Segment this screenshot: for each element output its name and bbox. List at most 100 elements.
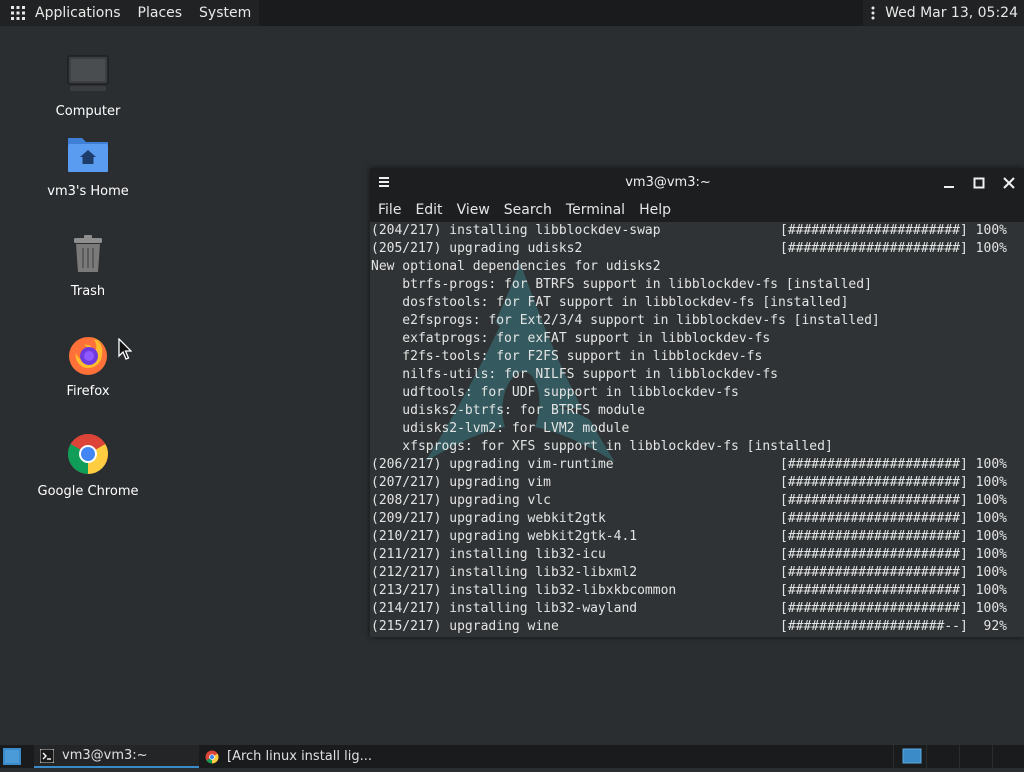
terminal-line-text: (210/217) upgrading webkit2gtk-4.1 bbox=[371, 529, 638, 544]
terminal-progress: [####################--] 92% bbox=[780, 619, 1007, 634]
terminal-line: (213/217) installing lib32-libxkbcommon [… bbox=[371, 582, 1011, 600]
terminal-line-text: (209/217) upgrading webkit2gtk bbox=[371, 511, 606, 526]
menu-view[interactable]: View bbox=[457, 202, 490, 218]
desktop-icon-label: vm3's Home bbox=[47, 184, 129, 199]
terminal-line-text: (207/217) upgrading vim bbox=[371, 475, 552, 490]
app-menu-bar: Applications Places System bbox=[0, 0, 260, 26]
workspace-1[interactable] bbox=[893, 745, 927, 768]
terminal-line-text: nilfs-utils: for NILFS support in libblo… bbox=[371, 367, 778, 382]
terminal-progress: [######################] 100% bbox=[780, 511, 1007, 526]
desktop-icon-label: Computer bbox=[55, 104, 121, 119]
menu-applications[interactable]: Applications bbox=[35, 5, 121, 21]
terminal-line: f2fs-tools: for F2FS support in libblock… bbox=[371, 348, 1011, 366]
terminal-line: (204/217) installing libblockdev-swap [##… bbox=[371, 222, 1011, 240]
show-desktop-icon[interactable] bbox=[3, 748, 21, 765]
taskbar-item-chrome[interactable]: [Arch linux install lig... bbox=[199, 745, 379, 768]
workspace-2[interactable] bbox=[926, 745, 960, 768]
desktop-icon-chrome[interactable]: Google Chrome bbox=[23, 430, 153, 499]
menu-file[interactable]: File bbox=[378, 202, 401, 218]
maximize-icon[interactable] bbox=[970, 174, 988, 192]
terminal-progress: [######################] 100% bbox=[780, 547, 1007, 562]
desktop-icon-label: Google Chrome bbox=[37, 484, 139, 499]
mouse-pointer-icon bbox=[118, 338, 132, 360]
terminal-window[interactable]: vm3@vm3:~ File Edit View Search Terminal… bbox=[370, 168, 1024, 637]
terminal-line-text: (204/217) installing libblockdev-swap bbox=[371, 223, 661, 238]
terminal-line-text: f2fs-tools: for F2FS support in libblock… bbox=[371, 349, 763, 364]
terminal-line: e2fsprogs: for Ext2/3/4 support in libbl… bbox=[371, 312, 1011, 330]
menu-system[interactable]: System bbox=[199, 5, 251, 21]
terminal-line: (208/217) upgrading vlc [################… bbox=[371, 492, 1011, 510]
desktop-icon-label: Firefox bbox=[66, 384, 110, 399]
computer-icon bbox=[67, 55, 109, 91]
menu-terminal[interactable]: Terminal bbox=[566, 202, 625, 218]
desktop-icon-trash[interactable]: Trash bbox=[23, 230, 153, 299]
app-grid-icon[interactable] bbox=[11, 6, 25, 20]
terminal-line: (212/217) installing lib32-libxml2 [#####… bbox=[371, 564, 1011, 582]
terminal-line: (215/217) upgrading wine [###############… bbox=[371, 618, 1011, 636]
desktop-icon-label: Trash bbox=[70, 284, 106, 299]
terminal-progress: [######################] 100% bbox=[780, 529, 1007, 544]
clock-area: Wed Mar 13, 05:24 bbox=[863, 0, 1024, 26]
workspace-3[interactable] bbox=[959, 745, 993, 768]
terminal-line-text: (205/217) upgrading udisks2 bbox=[371, 241, 583, 256]
terminal-line-text: btrfs-progs: for BTRFS support in libblo… bbox=[371, 277, 872, 292]
workspace-4[interactable] bbox=[992, 745, 1024, 768]
terminal-line: exfatprogs: for exFAT support in libbloc… bbox=[371, 330, 1011, 348]
terminal-progress: [######################] 100% bbox=[780, 583, 1007, 598]
taskbar-item-label: [Arch linux install lig... bbox=[227, 749, 372, 764]
desktop-icon-home[interactable]: vm3's Home bbox=[23, 130, 153, 199]
terminal-progress: [######################] 100% bbox=[780, 223, 1007, 238]
terminal-progress: [######################] 100% bbox=[780, 601, 1007, 616]
menu-edit[interactable]: Edit bbox=[415, 202, 442, 218]
terminal-line-text: (213/217) installing lib32-libxkbcommon bbox=[371, 583, 677, 598]
panel-handle-icon bbox=[871, 6, 875, 20]
terminal-lines: (204/217) installing libblockdev-swap [##… bbox=[371, 222, 1011, 636]
terminal-output[interactable]: (204/217) installing libblockdev-swap [##… bbox=[370, 222, 1024, 637]
desktop-icon-computer[interactable]: Computer bbox=[23, 50, 153, 119]
terminal-icon bbox=[40, 748, 54, 763]
minimize-icon[interactable] bbox=[940, 174, 958, 192]
close-icon[interactable] bbox=[1000, 174, 1018, 192]
desktop-icon-firefox[interactable]: Firefox bbox=[23, 330, 153, 399]
terminal-line-text: (214/217) installing lib32-wayland bbox=[371, 601, 638, 616]
chrome-icon bbox=[205, 750, 219, 763]
terminal-line-text: udisks2-lvm2: for LVM2 module bbox=[371, 421, 630, 436]
terminal-progress: [######################] 100% bbox=[780, 493, 1007, 508]
menu-places[interactable]: Places bbox=[138, 5, 183, 21]
terminal-line: (206/217) upgrading vim-runtime [########… bbox=[371, 456, 1011, 474]
terminal-line-text: (212/217) installing lib32-libxml2 bbox=[371, 565, 638, 580]
terminal-line: New optional dependencies for udisks2 bbox=[371, 258, 1011, 276]
menu-search[interactable]: Search bbox=[504, 202, 552, 218]
terminal-line-text: (206/217) upgrading vim-runtime bbox=[371, 457, 614, 472]
taskbar-item-terminal[interactable]: vm3@vm3:~ bbox=[34, 745, 199, 768]
terminal-line: dosfstools: for FAT support in libblockd… bbox=[371, 294, 1011, 312]
menu-help[interactable]: Help bbox=[639, 202, 671, 218]
terminal-progress: [######################] 100% bbox=[780, 241, 1007, 256]
terminal-line: udftools: for UDF support in libblockdev… bbox=[371, 384, 1011, 402]
clock[interactable]: Wed Mar 13, 05:24 bbox=[885, 5, 1018, 21]
terminal-line: (209/217) upgrading webkit2gtk [#########… bbox=[371, 510, 1011, 528]
terminal-line-text: New optional dependencies for udisks2 bbox=[371, 259, 661, 274]
trash-icon bbox=[74, 235, 102, 272]
terminal-line-text: (215/217) upgrading wine bbox=[371, 619, 559, 634]
chrome-icon bbox=[68, 434, 108, 474]
taskbar-item-label: vm3@vm3:~ bbox=[62, 748, 148, 763]
terminal-line-text: udftools: for UDF support in libblockdev… bbox=[371, 385, 739, 400]
terminal-line: udisks2-lvm2: for LVM2 module bbox=[371, 420, 1011, 438]
terminal-line: (205/217) upgrading udisks2 [############… bbox=[371, 240, 1011, 258]
terminal-line-text: dosfstools: for FAT support in libblockd… bbox=[371, 295, 849, 310]
terminal-progress: [######################] 100% bbox=[780, 475, 1007, 490]
terminal-line: xfsprogs: for XFS support in libblockdev… bbox=[371, 438, 1011, 456]
bottom-panel: vm3@vm3:~ [Arch linux install lig... bbox=[0, 745, 1024, 768]
window-title: vm3@vm3:~ bbox=[625, 175, 711, 190]
terminal-line-text: (211/217) installing lib32-icu bbox=[371, 547, 606, 562]
terminal-line: (214/217) installing lib32-wayland [#####… bbox=[371, 600, 1011, 618]
terminal-line-text: (208/217) upgrading vlc bbox=[371, 493, 552, 508]
home-folder-icon bbox=[68, 138, 108, 172]
terminal-line-text: udisks2-btrfs: for BTRFS module bbox=[371, 403, 645, 418]
terminal-line: udisks2-btrfs: for BTRFS module bbox=[371, 402, 1011, 420]
firefox-icon bbox=[69, 337, 107, 375]
terminal-titlebar[interactable]: vm3@vm3:~ bbox=[370, 168, 1024, 198]
terminal-progress: [######################] 100% bbox=[780, 565, 1007, 580]
terminal-line: btrfs-progs: for BTRFS support in libblo… bbox=[371, 276, 1011, 294]
